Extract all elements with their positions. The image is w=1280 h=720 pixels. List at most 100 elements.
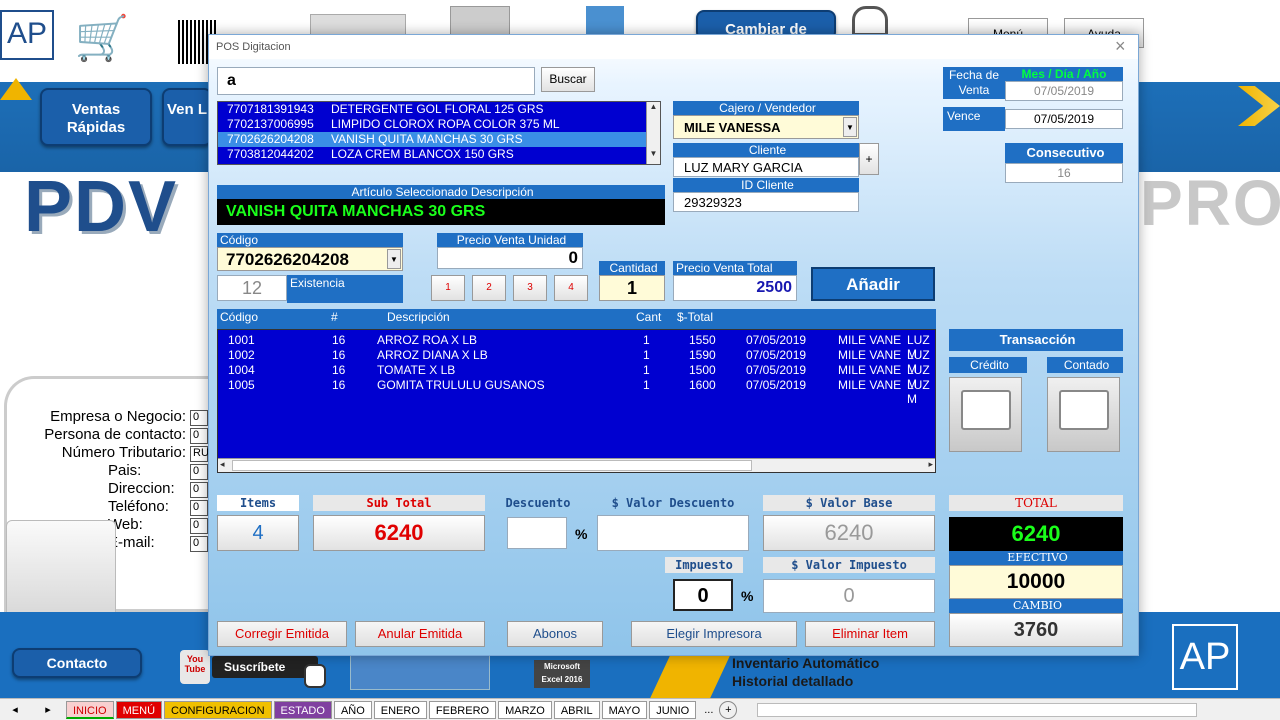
contado-printer-button[interactable] (1047, 377, 1120, 452)
cart-icon[interactable]: 🛒 (66, 12, 138, 66)
info-value[interactable]: 0 (190, 536, 208, 552)
pro-title: PRO (1140, 167, 1280, 239)
tab-junio[interactable]: JUNIO (649, 700, 697, 719)
youtube-icon[interactable]: You Tube (180, 650, 210, 684)
ventas-rapidas-button[interactable]: Ventas Rápidas (40, 88, 152, 146)
info-value[interactable]: 0 (190, 500, 208, 516)
list-item[interactable]: 7703812044202 LOZA CREM BLANCOX 150 GRS (218, 147, 660, 162)
list-scrollbar[interactable]: ▲ ▼ (646, 102, 660, 164)
table-row[interactable]: 1005 16 GOMITA TRULULU GUSANOS 1 1600 07… (218, 378, 935, 406)
tab-marzo[interactable]: MARZO (498, 700, 552, 719)
product-list[interactable]: 7707181391943 DETERGENTE GOL FLORAL 125 G… (217, 101, 661, 165)
qty-button-1[interactable]: 1 (431, 275, 465, 301)
tab-enero[interactable]: ENERO (373, 700, 427, 719)
scroll-right-icon[interactable]: ▸ (928, 459, 933, 470)
qty-button-2[interactable]: 2 (472, 275, 506, 301)
efectivo-field[interactable]: 10000 (949, 565, 1123, 599)
lock-icon[interactable] (852, 6, 888, 36)
table-cell: 1001 (228, 333, 255, 347)
tab-estado[interactable]: ESTADO (273, 700, 332, 719)
eliminar-item-button[interactable]: Eliminar Item (805, 621, 935, 647)
precio-total-field[interactable]: 2500 (673, 275, 797, 301)
table-row[interactable]: 1002 16 ARROZ DIANA X LB 1 1590 07/05/20… (218, 348, 935, 376)
elegir-impresora-button[interactable]: Elegir Impresora (631, 621, 797, 647)
grid-horizontal-scrollbar[interactable]: ◂ ▸ (218, 458, 935, 472)
tab-scroll-right-icon[interactable]: ▸ (30, 703, 66, 716)
cajero-select[interactable]: MILE VANESSA ▼ (673, 115, 859, 139)
suscribete-button[interactable]: Suscríbete (212, 656, 318, 678)
tab-febrero[interactable]: FEBRERO (428, 700, 497, 719)
table-row[interactable]: 1004 16 TOMATE X LB 1 1500 07/05/2019 MI… (218, 363, 935, 391)
info-value[interactable]: 0 (190, 482, 208, 498)
list-item[interactable]: 7702137006995 LIMPIDO CLOROX ROPA COLOR 3… (218, 117, 660, 132)
tab-ano[interactable]: AÑO (333, 700, 372, 719)
fecha-field[interactable]: 07/05/2019 (1005, 81, 1123, 101)
cantidad-field[interactable]: 1 (599, 275, 665, 301)
arrow-up-icon[interactable] (0, 78, 32, 100)
pos-dialog: POS Digitacion × Buscar 7707181391943DET… (208, 34, 1139, 656)
info-value[interactable]: RU (190, 446, 209, 462)
contado-label: Contado (1047, 357, 1123, 373)
search-input[interactable] (217, 67, 535, 95)
tab-more[interactable]: ... (698, 704, 719, 716)
scroll-thumb[interactable] (232, 460, 752, 471)
tab-abril[interactable]: ABRIL (553, 700, 600, 719)
impuesto-field[interactable]: 0 (673, 579, 733, 611)
list-item-selected[interactable]: 7702626204208 VANISH QUITA MANCHAS 30 GRS (218, 132, 660, 147)
table-cell: 1004 (228, 363, 255, 377)
id-cliente-field[interactable]: 29329323 (673, 192, 859, 212)
register-icon[interactable] (450, 6, 510, 36)
consecutivo-label: Consecutivo (1005, 143, 1123, 163)
info-value[interactable]: 0 (190, 410, 208, 426)
credito-printer-button[interactable] (949, 377, 1022, 452)
items-grid[interactable]: 1001 16 ARROZ ROA X LB 1 1550 07/05/2019… (217, 329, 936, 473)
anadir-button[interactable]: Añadir (811, 267, 935, 301)
chevron-down-icon[interactable]: ▼ (387, 249, 401, 269)
table-row[interactable]: 1001 16 ARROZ ROA X LB 1 1550 07/05/2019… (218, 333, 935, 361)
ap-footer-logo[interactable]: AP (1172, 624, 1238, 690)
info-value[interactable]: 0 (190, 518, 208, 534)
table-cell: MILE VANE (838, 378, 902, 392)
anular-emitida-button[interactable]: Anular Emitida (355, 621, 485, 647)
table-cell: GOMITA TRULULU GUSANOS (377, 378, 545, 392)
consecutivo-field: 16 (1005, 163, 1123, 183)
cliente-field[interactable]: LUZ MARY GARCIA (673, 157, 859, 177)
buscar-button[interactable]: Buscar (541, 67, 595, 92)
ventas-libre-button[interactable]: Ven L (162, 88, 212, 146)
precio-unidad-field[interactable]: 0 (437, 247, 583, 269)
descuento-label: Descuento (505, 496, 571, 510)
descuento-field[interactable] (507, 517, 567, 549)
ap-logo[interactable]: AP (0, 10, 54, 60)
codigo-select[interactable]: 7702626204208 ▼ (217, 247, 403, 271)
chevron-down-icon[interactable]: ▼ (843, 117, 857, 137)
tab-menu[interactable]: MENÚ (115, 700, 163, 719)
horizontal-scrollbar[interactable] (757, 702, 1198, 717)
info-value[interactable]: 0 (190, 464, 208, 480)
descuento-pct: % (575, 526, 588, 542)
list-item[interactable]: 7707181391943 DETERGENTE GOL FLORAL 125 G… (218, 102, 660, 117)
tab-inicio[interactable]: INICIO (66, 700, 114, 719)
table-cell: 1 (643, 348, 650, 362)
vence-field[interactable]: 07/05/2019 (1005, 109, 1123, 129)
excel-logo[interactable]: Microsoft Excel 2016 (534, 660, 590, 688)
existencia-label: Existencia (287, 275, 403, 303)
box-icon[interactable] (586, 6, 624, 36)
corregir-emitida-button[interactable]: Corregir Emitida (217, 621, 347, 647)
tab-configuracion[interactable]: CONFIGURACION (164, 700, 272, 719)
qty-button-4[interactable]: 4 (554, 275, 588, 301)
qty-button-3[interactable]: 3 (513, 275, 547, 301)
add-sheet-icon[interactable]: + (719, 700, 738, 719)
tab-mayo[interactable]: MAYO (601, 700, 648, 719)
scroll-left-icon[interactable]: ◂ (220, 459, 225, 470)
close-icon[interactable]: × (1115, 36, 1126, 57)
add-cliente-button[interactable]: + (859, 143, 879, 175)
info-value[interactable]: 0 (190, 428, 208, 444)
valor-descuento-field[interactable] (597, 515, 749, 551)
tab-scroll-left-icon[interactable]: ◂ (0, 703, 30, 716)
abonos-button[interactable]: Abonos (507, 621, 603, 647)
contacto-button[interactable]: Contacto (12, 648, 142, 678)
calculator-icon[interactable] (310, 14, 406, 36)
table-cell: ARROZ DIANA X LB (377, 348, 488, 362)
table-cell: LUZ M (907, 378, 930, 406)
valor-impuesto-field: 0 (763, 579, 935, 613)
